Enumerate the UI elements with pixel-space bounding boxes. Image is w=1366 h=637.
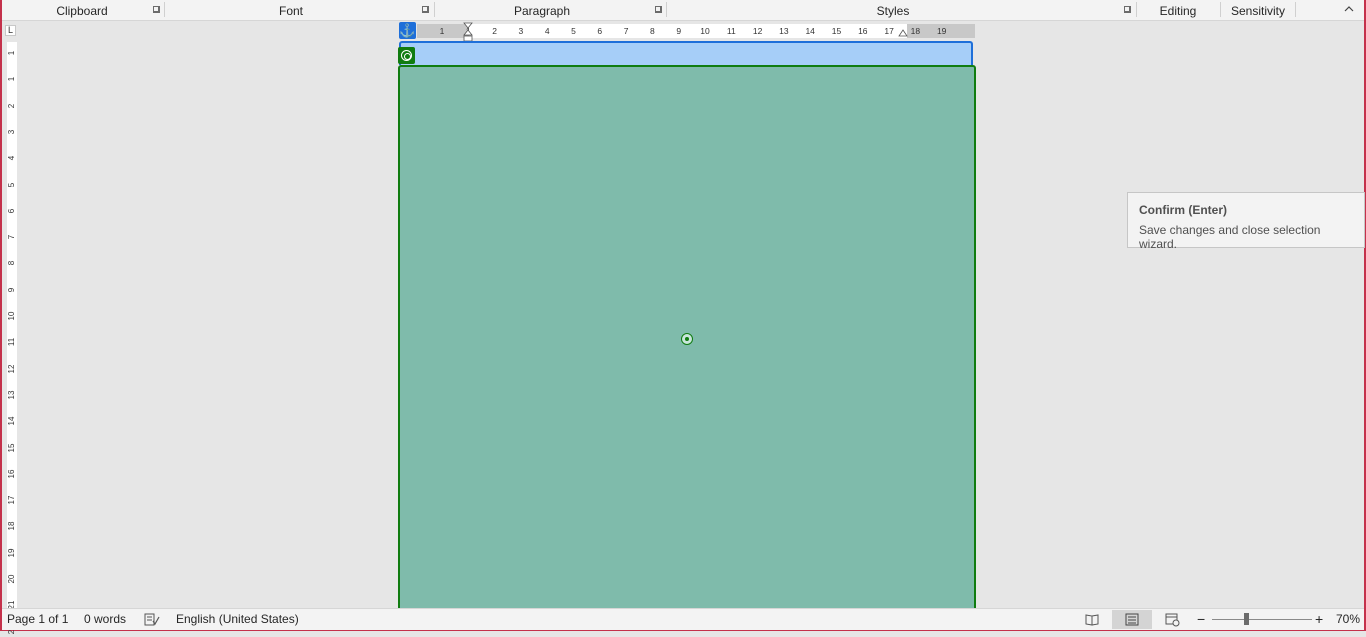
styles-launcher-icon[interactable] <box>1124 6 1131 13</box>
ruler-number: 7 <box>623 26 629 36</box>
ruler-number: 10 <box>700 26 710 36</box>
ruler-number: 18 <box>910 26 921 36</box>
font-launcher-icon[interactable] <box>422 6 429 13</box>
confirm-tooltip: Confirm (Enter) Save changes and close s… <box>1127 192 1365 251</box>
zoom-out-button[interactable]: − <box>1197 609 1205 630</box>
ruler-number: 6 <box>597 26 603 36</box>
shape-target-icon[interactable] <box>398 47 415 64</box>
first-line-indent-icon[interactable] <box>463 22 473 42</box>
anchor-icon[interactable]: ⚓ <box>399 22 416 39</box>
horizontal-ruler[interactable]: 112345678910111213141516171819 <box>417 24 975 38</box>
ruler-number: 10 <box>7 311 16 321</box>
ruler-number: 16 <box>858 26 868 36</box>
tooltip-description: Save changes and close selection wizard. <box>1139 223 1321 251</box>
ruler-number: 9 <box>7 287 16 292</box>
ruler-number: 5 <box>7 182 16 187</box>
ruler-number: 3 <box>518 26 524 36</box>
window-border-left <box>0 0 2 631</box>
clipboard-launcher-icon[interactable] <box>153 6 160 13</box>
ruler-number: 1 <box>7 77 16 82</box>
ruler-number: 2 <box>492 26 497 36</box>
ruler-number: 19 <box>936 26 947 36</box>
ribbon-separator <box>1136 2 1137 17</box>
ruler-number: 12 <box>752 26 763 36</box>
status-bar: Page 1 of 1 0 words English (United Stat… <box>2 608 1364 630</box>
ribbon-separator <box>666 2 667 17</box>
tab-selector-icon[interactable]: L <box>5 25 16 36</box>
ribbon-separator <box>434 2 435 17</box>
center-point-icon[interactable] <box>681 333 693 345</box>
tooltip-title: Confirm (Enter) <box>1139 203 1227 217</box>
ribbon-separator <box>1220 2 1221 17</box>
ribbon-separator <box>1295 2 1296 17</box>
ruler-number: 3 <box>7 129 16 135</box>
ribbon-group-font: Font <box>278 4 303 18</box>
zoom-slider-thumb[interactable] <box>1244 613 1249 625</box>
paragraph-launcher-icon[interactable] <box>655 6 662 13</box>
ribbon-group-paragraph: Paragraph <box>513 4 571 18</box>
ruler-number: 13 <box>779 26 789 36</box>
zoom-in-button[interactable]: + <box>1315 609 1323 630</box>
ruler-number: 8 <box>650 26 655 36</box>
ruler-number: 11 <box>726 26 736 36</box>
collapse-ribbon-icon[interactable] <box>1344 4 1354 14</box>
ruler-number: 20 <box>7 574 16 584</box>
ribbon-group-styles: Styles <box>876 4 910 18</box>
page-count[interactable]: Page 1 of 1 <box>7 609 68 630</box>
ruler-number: 18 <box>7 521 16 531</box>
ribbon-group-editing: Editing <box>1159 4 1197 18</box>
ruler-number: 4 <box>544 26 550 36</box>
proofing-icon[interactable] <box>144 613 160 626</box>
ruler-number: 7 <box>7 234 16 240</box>
ruler-number: 17 <box>884 26 894 36</box>
language-indicator[interactable]: English (United States) <box>176 609 299 630</box>
word-count[interactable]: 0 words <box>84 609 126 630</box>
ruler-number: 15 <box>831 26 842 36</box>
ruler-number: 1 <box>439 26 445 36</box>
right-indent-icon[interactable] <box>898 27 908 37</box>
zoom-slider-track[interactable] <box>1212 619 1312 620</box>
ruler-number: 6 <box>7 208 16 214</box>
web-layout-icon[interactable] <box>1161 610 1183 629</box>
ribbon-group-labels: Clipboard Font Paragraph Styles Editing … <box>2 0 1364 21</box>
ribbon-separator <box>164 2 165 17</box>
ruler-number: 4 <box>7 155 16 161</box>
ruler-number: 19 <box>7 548 16 558</box>
read-mode-icon[interactable] <box>1081 610 1103 629</box>
ruler-number: 5 <box>571 26 576 36</box>
vertical-ruler[interactable]: 1 1 2 3 4 5 6 7 8 9 10 11 12 13 14 15 16 17 18 19 20 21 2 <box>7 42 17 634</box>
print-layout-icon[interactable] <box>1112 610 1152 629</box>
ribbon-group-clipboard: Clipboard <box>56 4 108 18</box>
ruler-number: 14 <box>7 416 16 426</box>
zoom-level[interactable]: 70% <box>1336 609 1360 630</box>
ruler-number: 13 <box>7 390 16 400</box>
ruler-number: 2 <box>7 103 16 108</box>
ruler-number: 16 <box>7 469 16 479</box>
ruler-number: 9 <box>676 26 682 36</box>
header-selection-band[interactable] <box>399 41 973 65</box>
ruler-number: 8 <box>7 261 16 266</box>
ruler-number: 15 <box>7 443 16 452</box>
ruler-number: 1 <box>7 50 16 56</box>
ruler-number: 12 <box>7 364 16 374</box>
ruler-number: 14 <box>805 26 815 36</box>
ruler-number: 11 <box>7 338 16 347</box>
ruler-number: 17 <box>7 495 16 505</box>
ribbon-group-sensitivity: Sensitivity <box>1230 4 1286 18</box>
